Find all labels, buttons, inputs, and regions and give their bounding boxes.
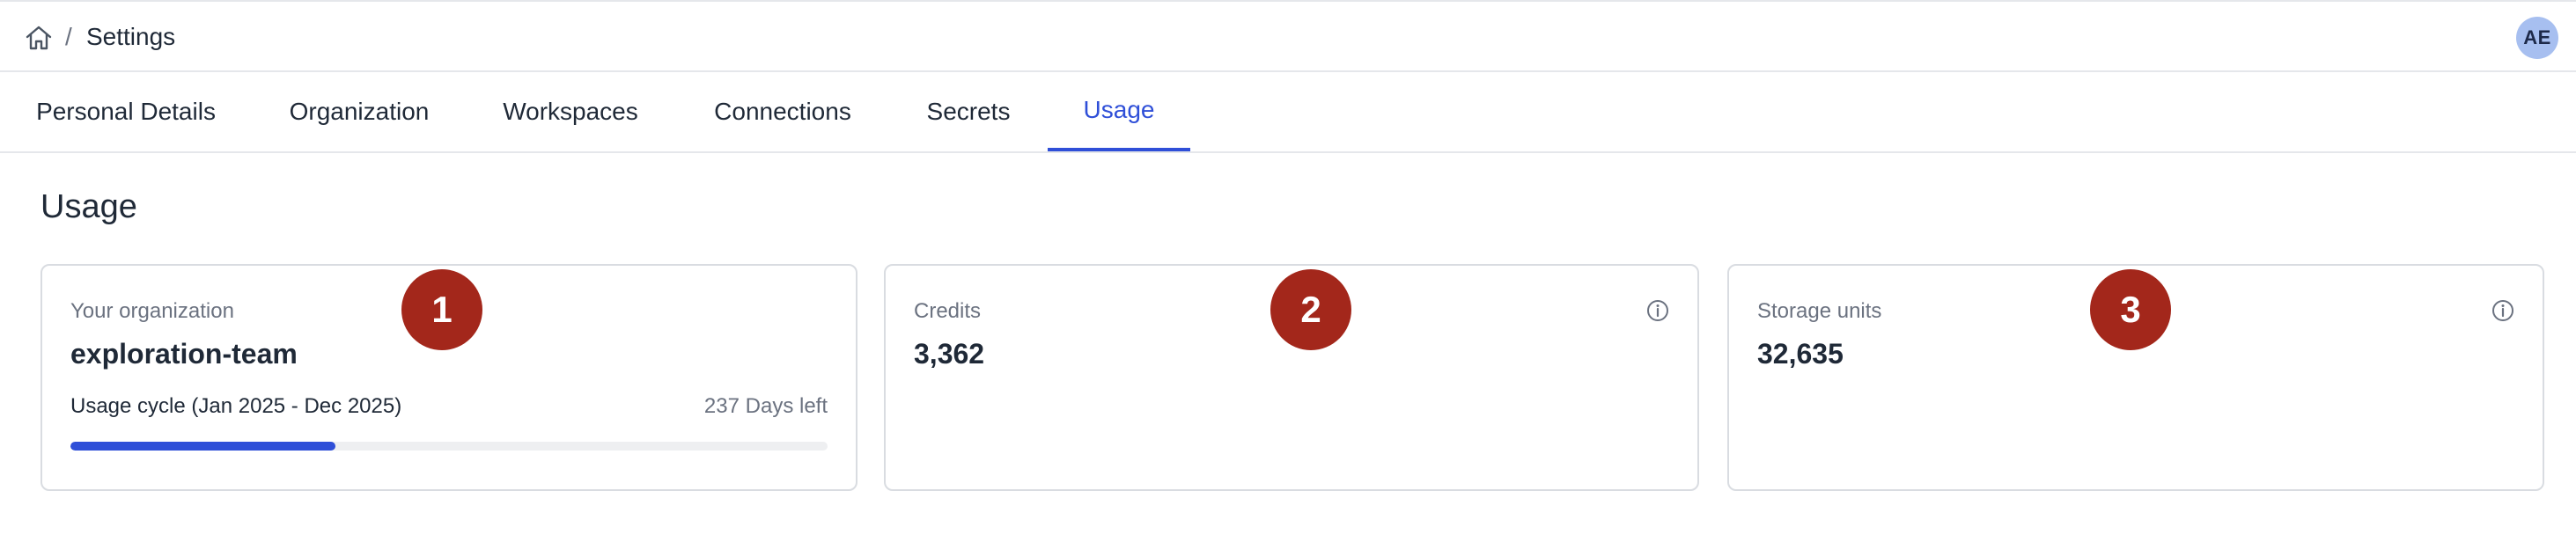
usage-cycle-progress-fill xyxy=(70,442,335,451)
home-icon[interactable] xyxy=(25,25,53,51)
organization-label: Your organization xyxy=(70,299,234,323)
breadcrumb-separator: / xyxy=(65,23,72,50)
tab-organization[interactable]: Organization xyxy=(269,72,449,151)
tab-workspaces[interactable]: Workspaces xyxy=(486,72,655,151)
tab-usage[interactable]: Usage xyxy=(1048,72,1190,151)
breadcrumb-current: Settings xyxy=(86,23,176,50)
top-bar: / Settings AE xyxy=(0,0,2576,72)
storage-label: Storage units xyxy=(1757,299,1882,323)
user-avatar[interactable]: AE xyxy=(2516,17,2558,59)
info-icon[interactable] xyxy=(1646,299,1669,322)
annotation-marker-2: 2 xyxy=(1270,269,1351,350)
usage-cycle-progress xyxy=(70,442,828,451)
organization-name: exploration-team xyxy=(70,338,298,370)
usage-cycle-label: Usage cycle (Jan 2025 - Dec 2025) xyxy=(70,394,402,418)
credits-label: Credits xyxy=(914,299,982,323)
days-left-text: 237 Days left xyxy=(703,394,828,418)
annotation-marker-1: 1 xyxy=(401,269,482,350)
page-title: Usage xyxy=(40,188,137,225)
settings-tabs: Personal Details Organization Workspaces… xyxy=(0,72,2576,153)
tab-personal-details[interactable]: Personal Details xyxy=(18,72,234,151)
info-icon[interactable] xyxy=(2491,299,2514,322)
storage-value: 32,635 xyxy=(1757,338,1844,370)
credits-value: 3,362 xyxy=(914,338,985,370)
annotation-marker-3: 3 xyxy=(2090,269,2171,350)
tab-connections[interactable]: Connections xyxy=(696,72,870,151)
tab-secrets[interactable]: Secrets xyxy=(910,72,1027,151)
